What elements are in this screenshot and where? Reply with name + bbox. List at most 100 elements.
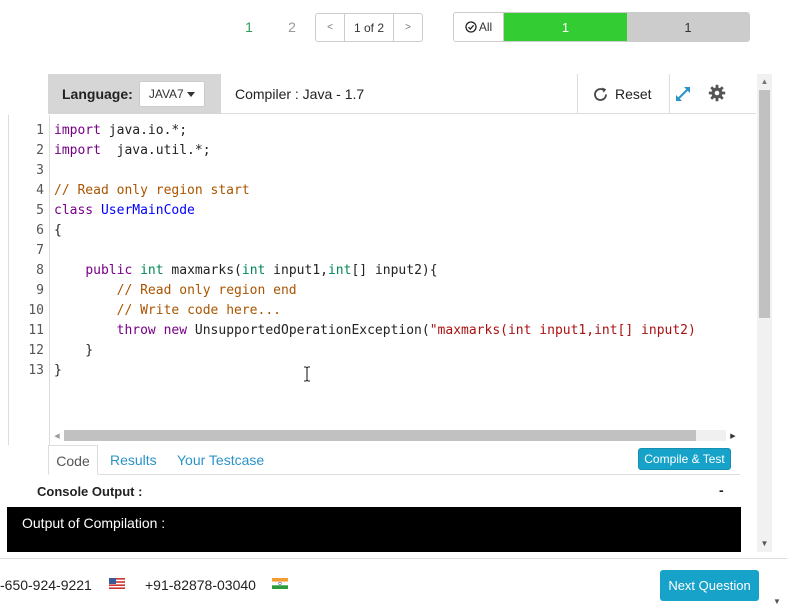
code-token: "maxmarks(int input1,int[] input2) xyxy=(429,323,696,338)
code-line[interactable]: import java.util.*; xyxy=(54,141,740,161)
code-token: java.io.*; xyxy=(100,123,188,138)
next-question-button[interactable]: Next Question xyxy=(660,570,759,601)
editor-toolbar: Language: JAVA7 Compiler : Java - 1.7 Re… xyxy=(48,74,756,114)
filter-all-label: All xyxy=(478,20,493,34)
code-line[interactable]: // Read only region end xyxy=(54,281,740,301)
settings-button[interactable] xyxy=(706,82,728,104)
language-selector-group: Language: JAVA7 xyxy=(48,74,221,114)
gear-icon xyxy=(708,84,726,102)
code-token: UserMainCode xyxy=(100,203,195,218)
filter-remaining-button[interactable]: 1 xyxy=(627,13,749,41)
code-line[interactable]: throw new UnsupportedOperationException(… xyxy=(54,321,740,341)
code-line[interactable]: import java.io.*; xyxy=(54,121,740,141)
code-token: UnsupportedOperationException( xyxy=(187,323,430,338)
code-token: public xyxy=(85,263,133,278)
code-token: int xyxy=(241,263,266,278)
line-number: 7 xyxy=(36,243,44,258)
prev-page-button[interactable]: < xyxy=(316,14,344,41)
tab-your-testcase[interactable]: Your Testcase xyxy=(177,445,264,475)
line-number: 1 xyxy=(36,123,44,138)
question-status-bar: All 1 1 xyxy=(453,12,750,42)
code-token: java.util.*; xyxy=(100,143,211,158)
vertical-scrollbar[interactable]: ▲ ▼ xyxy=(757,74,772,552)
code-line[interactable]: } xyxy=(54,361,740,381)
console-title: Console Output : xyxy=(37,484,143,499)
code-token: // Read only region end xyxy=(116,283,297,298)
code-token: import xyxy=(54,123,101,138)
code-token: maxmarks( xyxy=(163,263,242,278)
code-token: // Write code here... xyxy=(116,303,281,318)
code-line[interactable]: // Read only region start xyxy=(54,181,740,201)
code-line[interactable] xyxy=(54,161,740,181)
code-token: int xyxy=(140,263,164,278)
line-number: 13 xyxy=(28,363,44,378)
us-flag-icon xyxy=(109,578,125,589)
compile-and-test-button[interactable]: Compile & Test xyxy=(638,448,731,470)
code-line[interactable]: // Write code here... xyxy=(54,301,740,321)
code-token: } xyxy=(54,363,62,378)
india-flag-icon xyxy=(272,578,288,589)
line-number: 5 xyxy=(36,203,44,218)
code-content[interactable]: import java.io.*; import java.util.*; // … xyxy=(54,121,740,381)
fullscreen-button[interactable] xyxy=(672,83,694,105)
scroll-thumb[interactable] xyxy=(64,430,696,441)
scroll-thumb[interactable] xyxy=(759,90,770,318)
code-token: class xyxy=(54,203,94,218)
scroll-down-arrow-icon[interactable]: ▼ xyxy=(757,536,772,550)
line-number: 2 xyxy=(36,143,44,158)
language-dropdown[interactable]: JAVA7 xyxy=(138,81,205,107)
expand-icon xyxy=(676,87,690,101)
line-number: 8 xyxy=(36,263,44,278)
code-token: { xyxy=(54,223,62,238)
phone-india: +91-82878-03040 xyxy=(145,577,256,593)
console-collapse-button[interactable]: - xyxy=(719,482,724,498)
text-cursor-icon xyxy=(304,366,310,382)
caret-down-icon xyxy=(186,91,195,97)
line-number: 9 xyxy=(36,283,44,298)
filter-answered-button[interactable]: 1 xyxy=(504,13,627,41)
code-token: } xyxy=(54,343,94,358)
language-value: JAVA7 xyxy=(148,87,184,101)
code-line[interactable]: public int maxmarks(int input1,int[] inp… xyxy=(54,261,740,281)
horizontal-scrollbar[interactable]: ◀ ▶ xyxy=(52,429,740,443)
code-line[interactable]: class UserMainCode xyxy=(54,201,740,221)
code-token: [] input2){ xyxy=(351,263,438,278)
reset-label: Reset xyxy=(615,86,652,102)
language-label: Language: xyxy=(62,86,133,102)
question-number-1[interactable]: 1 xyxy=(240,18,258,36)
line-number: 4 xyxy=(36,183,44,198)
code-line[interactable] xyxy=(54,241,740,261)
check-circle-icon xyxy=(465,21,477,33)
code-token: new xyxy=(163,323,188,338)
gutter-divider xyxy=(49,115,50,445)
code-line[interactable]: { xyxy=(54,221,740,241)
output-tabs: Code Results Your Testcase xyxy=(48,445,740,475)
code-token: input1, xyxy=(265,263,328,278)
next-page-button[interactable]: > xyxy=(394,14,422,41)
filter-all-button[interactable]: All xyxy=(454,13,504,41)
tab-code[interactable]: Code xyxy=(48,445,98,475)
line-number: 3 xyxy=(36,163,44,178)
scroll-up-arrow-icon[interactable]: ▲ xyxy=(757,74,772,88)
console-header: Console Output : - xyxy=(8,476,740,506)
toolbar-divider xyxy=(577,74,578,114)
scroll-right-arrow-icon[interactable]: ▶ xyxy=(728,429,738,443)
reset-button[interactable]: Reset xyxy=(592,82,652,106)
line-number: 11 xyxy=(28,323,44,338)
console-output: Output of Compilation : xyxy=(7,507,741,552)
pager: < 1 of 2 > xyxy=(315,13,423,42)
code-line[interactable]: } xyxy=(54,341,740,361)
question-number-2[interactable]: 2 xyxy=(283,18,301,36)
code-editor[interactable]: 1 2 3 4 5 6 7 8 9 10 11 12 13 import java.io.*; impor… xyxy=(8,115,740,445)
tab-results[interactable]: Results xyxy=(110,445,157,475)
scroll-left-arrow-icon[interactable]: ◀ xyxy=(52,429,62,443)
line-number: 10 xyxy=(28,303,44,318)
code-token: // Read only region start xyxy=(54,183,250,198)
